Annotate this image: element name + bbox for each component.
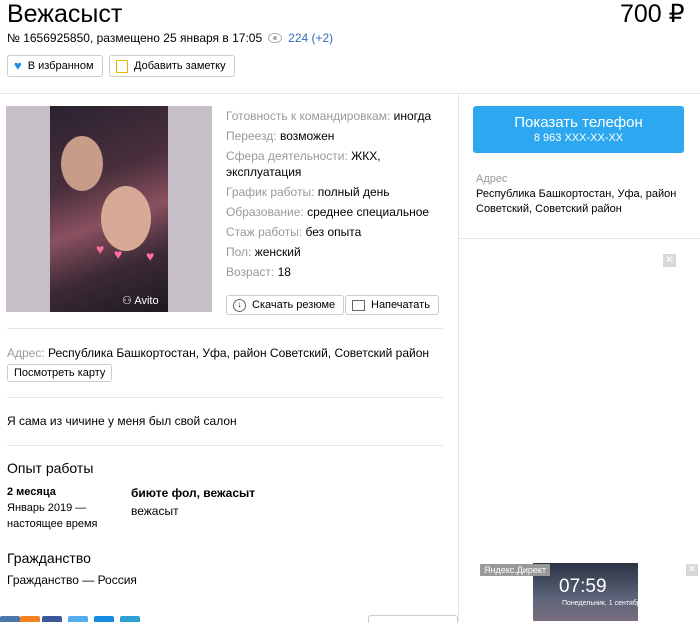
param-value: женский	[254, 245, 301, 259]
company-name: биюте фол, вежасыт	[131, 486, 256, 500]
heart-sticker-icon: ♥	[114, 246, 123, 262]
param-label: Стаж работы:	[226, 225, 303, 239]
print-label: Напечатать	[371, 299, 430, 311]
section-divider	[7, 328, 443, 329]
favorite-label: В избранном	[27, 60, 94, 72]
ad-date: Понедельник, 1 сентября	[562, 600, 645, 607]
close-icon[interactable]: ✕	[663, 254, 676, 267]
listing-meta: № 1656925850, размещено 25 января в 17:0…	[7, 31, 333, 45]
heart-icon: ♥	[14, 58, 22, 73]
photo-face	[61, 136, 103, 191]
param-row: Переезд: возможен	[226, 126, 451, 146]
address-line: Адрес: Республика Башкортостан, Уфа, рай…	[7, 346, 429, 360]
param-label: Образование:	[226, 205, 304, 219]
period-start: Январь 2019 —	[7, 502, 87, 514]
sidebar-address-line: Советский, Советский район	[476, 203, 622, 215]
param-label: График работы:	[226, 185, 315, 199]
add-note-button[interactable]: Добавить заметку	[109, 55, 235, 77]
param-label: Переезд:	[226, 129, 277, 143]
resume-params: Готовность к командировкам: иногда Перее…	[226, 106, 451, 282]
duration-value: 2 месяца	[7, 486, 56, 498]
experience-duration: 2 месяца Январь 2019 — настоящее время	[7, 484, 98, 532]
position-name: вежасыт	[131, 504, 179, 518]
views-count[interactable]: 224 (+2)	[288, 31, 333, 45]
citizenship-heading: Гражданство	[7, 550, 91, 566]
param-row: Образование: среднее специальное	[226, 202, 451, 222]
experience-position: биюте фол, вежасыт вежасыт	[131, 484, 255, 520]
favorite-button[interactable]: ♥ В избранном	[7, 55, 103, 77]
vk-share-icon[interactable]	[0, 616, 20, 622]
description: Я сама из чичине у меня был свой салон	[7, 414, 237, 428]
ad-time: 07:59	[559, 576, 607, 597]
param-label: Возраст:	[226, 265, 275, 279]
param-row: Сфера деятельности: ЖКХ, эксплуатация	[226, 146, 451, 182]
param-value: среднее специальное	[307, 205, 430, 219]
facebook-share-icon[interactable]	[42, 616, 62, 622]
citizenship-value: Гражданство — Россия	[7, 573, 137, 587]
section-divider	[7, 445, 443, 446]
header-divider	[0, 93, 700, 94]
mailru-share-icon[interactable]	[94, 616, 114, 622]
param-value: полный день	[317, 185, 390, 199]
phone-number: 8 963 XXX-XX-XX	[533, 132, 624, 144]
param-row: Пол: женский	[226, 242, 451, 262]
ad-label: Яндекс.Директ	[480, 564, 551, 576]
twitter-share-icon[interactable]	[68, 616, 88, 622]
download-icon: ↓	[233, 298, 246, 312]
param-row: Возраст: 18	[226, 262, 451, 282]
watermark-label: Avito	[134, 295, 159, 307]
sidebar-address: Адрес Республика Башкортостан, Уфа, райо…	[476, 172, 681, 217]
section-divider	[7, 397, 443, 398]
param-value: иногда	[393, 109, 432, 123]
heart-sticker-icon: ♥	[96, 241, 105, 257]
add-note-label: Добавить заметку	[134, 60, 226, 72]
view-map-button[interactable]: Посмотреть карту	[7, 364, 113, 382]
listing-number: № 1656925850, размещено 25 января в 17:0…	[7, 31, 263, 45]
photo-watermark: ⚇ Avito	[122, 294, 159, 307]
param-label: Сфера деятельности:	[226, 149, 348, 163]
param-value: 18	[277, 265, 291, 279]
telegram-share-icon[interactable]	[120, 616, 140, 622]
period-end: настоящее время	[7, 518, 98, 530]
camera-icon: ⚇	[122, 295, 132, 307]
heart-sticker-icon: ♥	[146, 248, 155, 264]
address-label: Адрес:	[7, 346, 45, 360]
ok-share-icon[interactable]	[20, 616, 40, 622]
show-phone-label: Показать телефон	[514, 114, 643, 131]
sidebar-address-line: Республика Башкортостан, Уфа, район	[476, 188, 677, 200]
partial-button[interactable]	[368, 615, 458, 623]
note-icon	[116, 59, 128, 73]
listing-title: Вежасыст	[7, 0, 123, 28]
eye-icon	[268, 33, 283, 43]
param-label: Пол:	[226, 245, 252, 259]
param-row: График работы: полный день	[226, 182, 451, 202]
sidebar-address-label: Адрес	[476, 173, 508, 185]
print-icon	[352, 299, 365, 311]
param-row: Готовность к командировкам: иногда	[226, 106, 451, 126]
address-value: Республика Башкортостан, Уфа, район Сове…	[48, 346, 430, 360]
listing-price: 700 ₽	[620, 0, 685, 28]
show-phone-button[interactable]: Показать телефон 8 963 XXX-XX-XX	[473, 106, 684, 153]
download-resume-button[interactable]: ↓ Скачать резюме	[226, 295, 345, 315]
print-button[interactable]: Напечатать	[345, 295, 439, 315]
close-icon[interactable]: ✕	[686, 564, 698, 576]
param-row: Стаж работы: без опыта	[226, 222, 451, 242]
photo-face	[101, 186, 151, 251]
param-label: Готовность к командировкам:	[226, 109, 391, 123]
column-divider	[458, 93, 459, 621]
sidebar-divider	[459, 238, 700, 239]
experience-heading: Опыт работы	[7, 460, 94, 476]
param-value: возможен	[279, 129, 335, 143]
resume-photo[interactable]: ♥ ♥ ♥ ⚇ Avito	[6, 106, 212, 312]
param-value: без опыта	[305, 225, 362, 239]
download-label: Скачать резюме	[252, 299, 336, 311]
